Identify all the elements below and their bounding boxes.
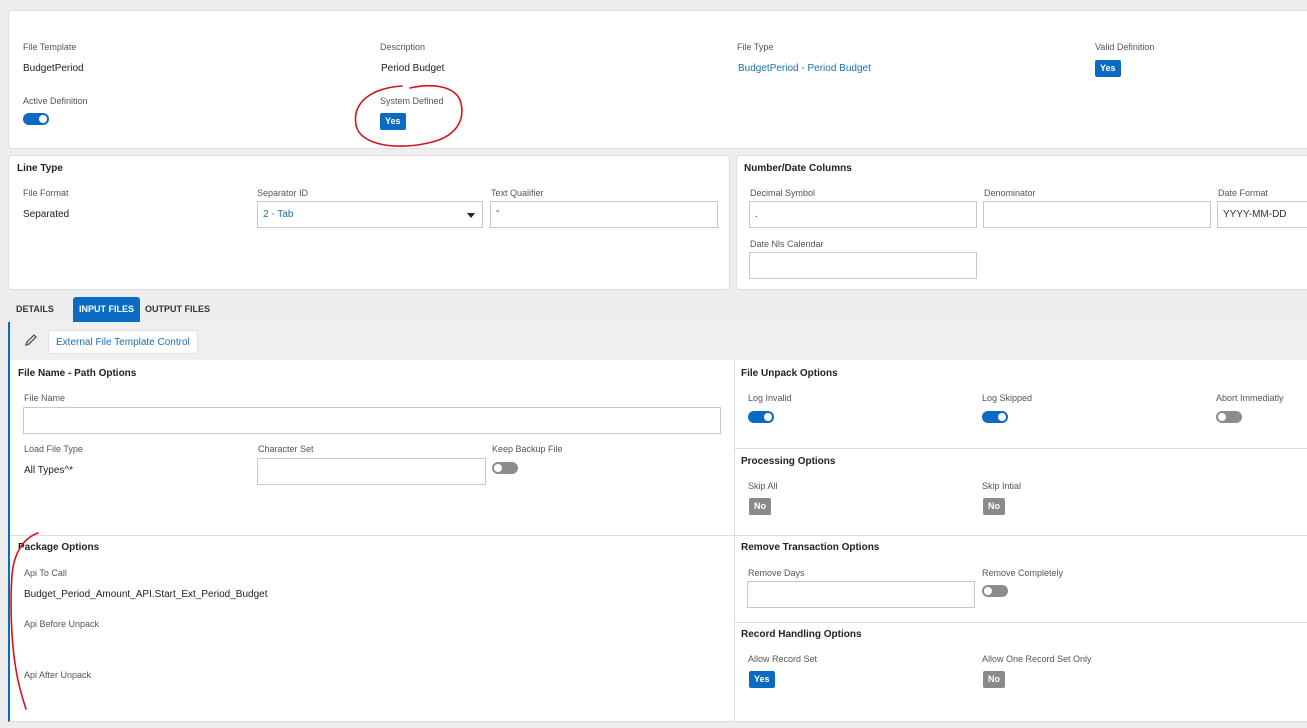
system-defined-circle-annotation (354, 84, 463, 147)
annotation-overlay (10, 84, 463, 710)
package-options-bracket-annotation (10, 532, 39, 710)
